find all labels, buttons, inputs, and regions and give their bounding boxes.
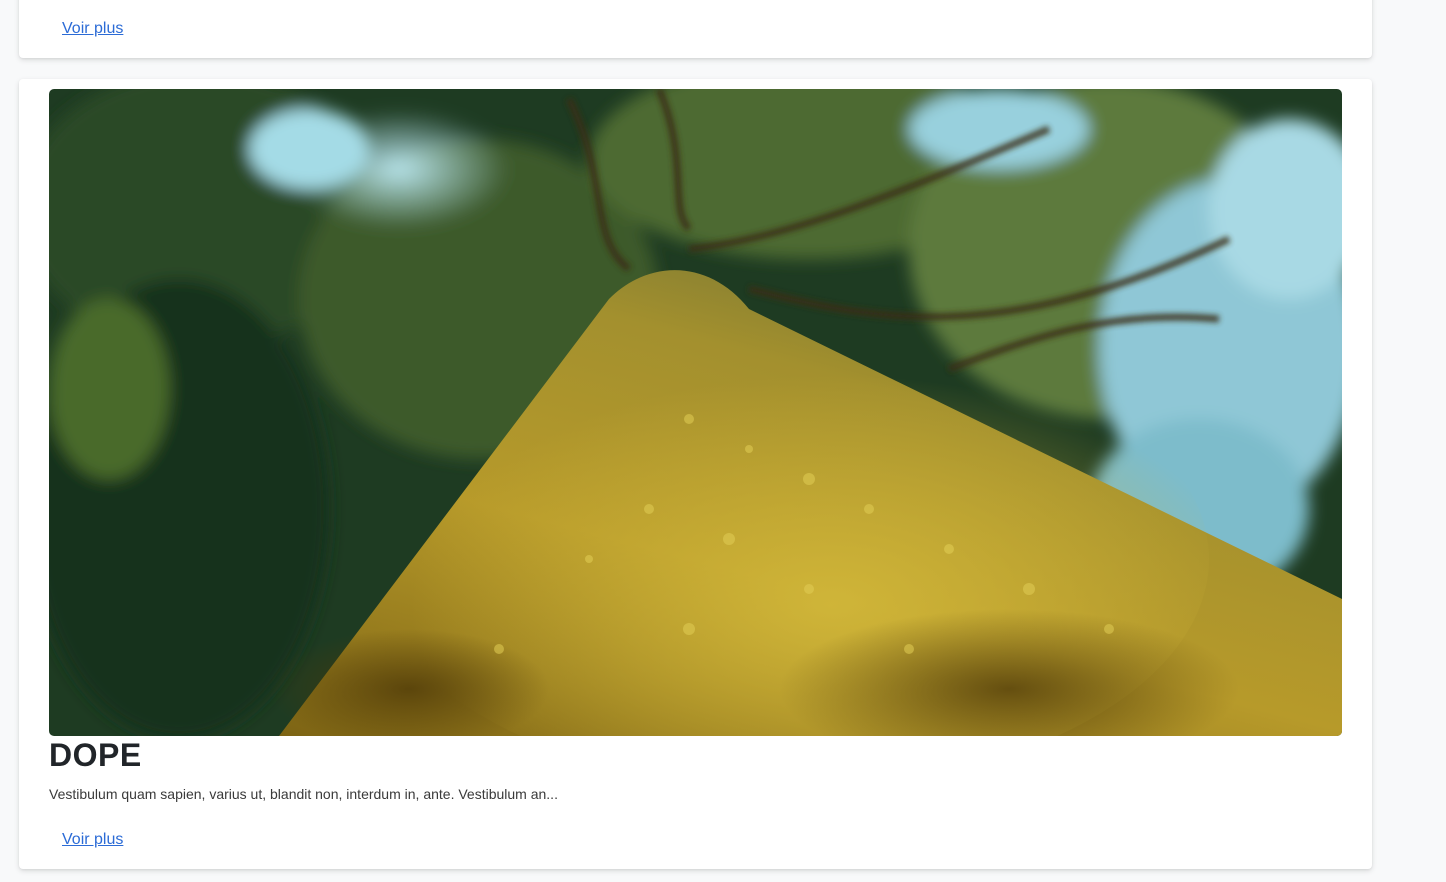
article-card: Voir plus xyxy=(19,0,1372,58)
card-excerpt: Vestibulum quam sapien, varius ut, bland… xyxy=(49,786,558,802)
card-title: DOPE xyxy=(49,737,142,773)
card-image xyxy=(49,89,1342,736)
read-more-link[interactable]: Voir plus xyxy=(62,20,123,38)
article-card: DOPE Vestibulum quam sapien, varius ut, … xyxy=(19,79,1372,869)
mossy-tree-image xyxy=(49,89,1342,736)
read-more-link[interactable]: Voir plus xyxy=(62,831,123,849)
